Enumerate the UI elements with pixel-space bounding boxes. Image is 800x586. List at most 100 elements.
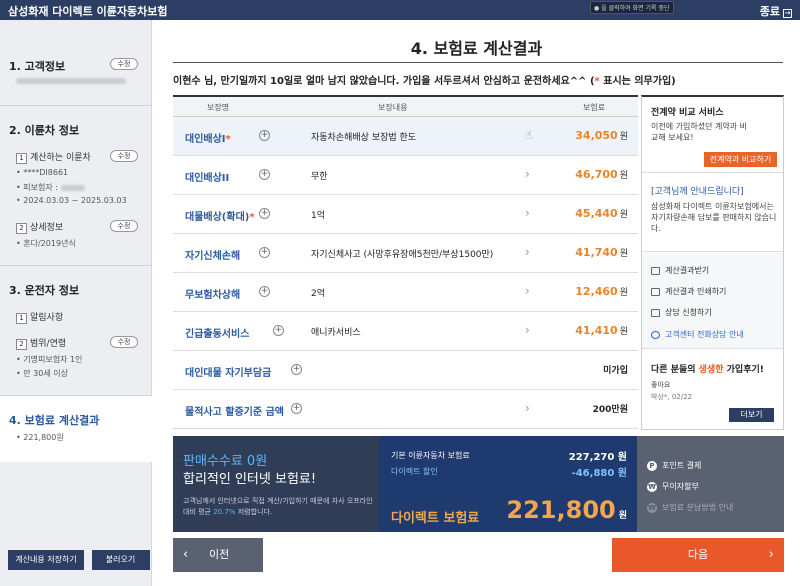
sub-step-number: 2 [16, 339, 27, 350]
edit-button[interactable]: 수정 [110, 150, 138, 162]
table-row[interactable]: 자기신체손해 + 자기신체사고 (사망후유장애5천만/부상1500만) › 41… [173, 234, 638, 273]
header-premium: 보험료 [583, 103, 606, 112]
table-row[interactable]: 대물배상(확대)* + 1억 › 45,440 원 [173, 195, 638, 234]
page-title: 4. 보험료 계산결과 [410, 39, 543, 58]
discount-value: -46,880 원 [571, 468, 627, 479]
fee-description: 고객님께서 인터넷으로 직접 계산/가입하기 때문에 자사 오프라인 대비 평균… [183, 496, 373, 518]
compare-box: 전계약 비교 서비스 이전에 가입하셨던 계약과 비교해 보세요! 전계약과 비… [642, 97, 783, 173]
chevron-right-icon[interactable]: › [525, 284, 530, 298]
premium: 미가입 [603, 366, 628, 376]
chevron-right-icon[interactable]: › [525, 167, 530, 181]
step-premium-result: 4. 보험료 계산결과 • 221,800원 [0, 396, 152, 462]
receive-result-link[interactable]: 계산결과받기 [651, 265, 709, 276]
chevron-right-icon[interactable]: › [525, 245, 530, 259]
main-content: 4. 보험료 계산결과 이현수 님, 만기일까지 10일로 얼마 남지 않았습니… [153, 20, 800, 586]
plus-circle-icon[interactable]: + [259, 130, 270, 141]
chevron-right-icon[interactable]: › [525, 206, 530, 220]
point-payment-link[interactable]: P 포인트 결제 [647, 460, 701, 471]
split-payment-link[interactable]: ₩ 보험료 분납방법 안내 [647, 502, 733, 513]
mail-icon [651, 266, 660, 275]
required-mark: * [249, 212, 255, 223]
edit-button[interactable]: 수정 [110, 58, 138, 70]
load-button[interactable]: 불러오기 [91, 550, 150, 570]
info-text: 삼성화재 다이렉트 이륜차보험에서는 자기차량손해 담보를 판매하지 않습니다. [651, 202, 777, 233]
chevron-right-icon[interactable]: › [525, 323, 530, 337]
desc-text: 고객님께서 인터넷으로 직접 계산/가입하기 때문에 자사 오프라인 대비 평균 [183, 497, 373, 516]
info-line: • 피보험자 : [16, 182, 85, 193]
consult-link[interactable]: 상담 신청하기 [651, 307, 712, 318]
plus-circle-icon[interactable]: + [291, 403, 302, 414]
chevron-right-icon[interactable]: › [525, 401, 530, 415]
review-text: 좋아요 [651, 381, 671, 389]
won-icon: ₩ [647, 503, 657, 513]
plus-circle-icon[interactable]: + [259, 247, 270, 258]
print-result-link[interactable]: 계산결과 인쇄하기 [651, 286, 726, 297]
premium-unit: 원 [619, 171, 628, 181]
sub-step-number: 1 [16, 153, 27, 164]
coverage-name-text: 대인배상I [185, 134, 226, 145]
info-line: • 2024.03.03 ~ 2025.03.03 [16, 196, 127, 205]
plus-circle-icon[interactable]: + [291, 364, 302, 375]
premium-value: 34,050 [575, 129, 618, 142]
edit-button[interactable]: 수정 [110, 220, 138, 232]
final-premium-unit: 원 [618, 511, 627, 521]
coverage-name: 무보험차상해 [185, 290, 241, 301]
edit-button[interactable]: 수정 [110, 336, 138, 348]
close-button[interactable]: 종료 → [760, 3, 792, 19]
coverage-detail: 무한 [311, 172, 328, 182]
review-title-a: 다른 분들의 [651, 365, 699, 375]
info-line-text: • 피보험자 : [16, 183, 58, 192]
table-row[interactable]: 무보험차상해 + 2억 › 12,460 원 [173, 273, 638, 312]
premium: 41,740 원 [575, 246, 628, 259]
info-line: • 기명피보험자 1인 [16, 355, 83, 364]
title-bar: 삼성화재 다이렉트 이륜자동차보험 ● 을 클릭하여 화면 기록 중단 종료 → [0, 0, 800, 20]
step-bike-info: 2. 이륜차 정보 1 계산하는 이륜차 수정 • ****DI8661 • 피보… [0, 106, 152, 266]
plus-circle-icon[interactable]: + [259, 208, 270, 219]
option-label: 포인트 결제 [662, 461, 702, 470]
table-row[interactable]: 대인배상II + 무한 › 46,700 원 [173, 156, 638, 195]
discount-label: 다이렉트 할인 [391, 467, 438, 476]
coverage-name: 긴급출동서비스 [185, 329, 250, 340]
table-row[interactable]: 긴급출동서비스 + 애니카서비스 › 41,410 원 [173, 312, 638, 351]
premium: 45,440 원 [575, 207, 628, 220]
plus-circle-icon[interactable]: + [259, 169, 270, 180]
table-row[interactable]: 대인대물 자기부담금 + 미가입 [173, 351, 638, 390]
info-line: • 221,800원 [16, 433, 64, 442]
installment-link[interactable]: ₩ 무이자할부 [647, 481, 699, 492]
save-calculation-button[interactable]: 계산내용 저장하기 [8, 550, 84, 570]
notice-text: 이현수 님, 만기일까지 10일로 얼마 남지 않았습니다. 가입을 서두르셔서… [173, 76, 595, 87]
recording-indicator[interactable]: ● 을 클릭하여 화면 기록 중단 [590, 1, 674, 14]
more-reviews-button[interactable]: 더보기 [729, 408, 774, 422]
compare-button[interactable]: 전계약과 비교하기 [704, 152, 777, 167]
coverage-detail: 1억 [311, 211, 326, 221]
point-icon: P [647, 461, 657, 471]
table-row[interactable]: 대인배상I* + 자동차손해배상 보장법 한도 ☝ 34,050 원 [173, 117, 638, 156]
prev-button[interactable]: ‹ 이전 [173, 538, 263, 572]
chevron-left-icon: ‹ [183, 547, 189, 562]
coverage-detail: 자동차손해배상 보장법 한도 [311, 133, 417, 143]
sub-step: 1 계산하는 이륜차 [16, 150, 91, 164]
coverage-name: 대물배상(확대)* [185, 208, 255, 223]
fee-subheadline: 합리적인 인터넷 보험료! [183, 472, 317, 487]
call-center-link[interactable]: 고객센터 전화상담 안내 [651, 329, 744, 340]
option-label: 무이자할부 [662, 482, 699, 491]
next-label: 다음 [687, 548, 709, 561]
masked-info [16, 76, 126, 85]
sub-step-label: 계산하는 이륜차 [30, 153, 91, 163]
right-panel: 전계약 비교 서비스 이전에 가입하셨던 계약과 비교해 보세요! 전계약과 비… [641, 95, 784, 430]
header-coverage-detail: 보장내용 [378, 103, 408, 112]
table-row[interactable]: 물적사고 할증기준 금액 + › 200만원 [173, 390, 638, 429]
final-premium-label: 다이렉트 보험료 [391, 511, 480, 526]
plus-circle-icon[interactable]: + [273, 325, 284, 336]
coverage-table: 보장명 보장내용 보험료 대인배상I* + 자동차손해배상 보장법 한도 ☝ 3… [173, 95, 638, 429]
sub-step-label: 알림사항 [30, 313, 64, 323]
won-icon: ₩ [647, 482, 657, 492]
headset-icon [651, 330, 660, 339]
premium: 41,410 원 [575, 324, 628, 337]
sub-step-number: 2 [16, 223, 27, 234]
premium: 12,460 원 [575, 285, 628, 298]
premium: 34,050 원 [575, 129, 628, 142]
next-button[interactable]: 다음 › [612, 538, 784, 572]
plus-circle-icon[interactable]: + [259, 286, 270, 297]
coverage-name: 대인배상II [185, 173, 230, 184]
